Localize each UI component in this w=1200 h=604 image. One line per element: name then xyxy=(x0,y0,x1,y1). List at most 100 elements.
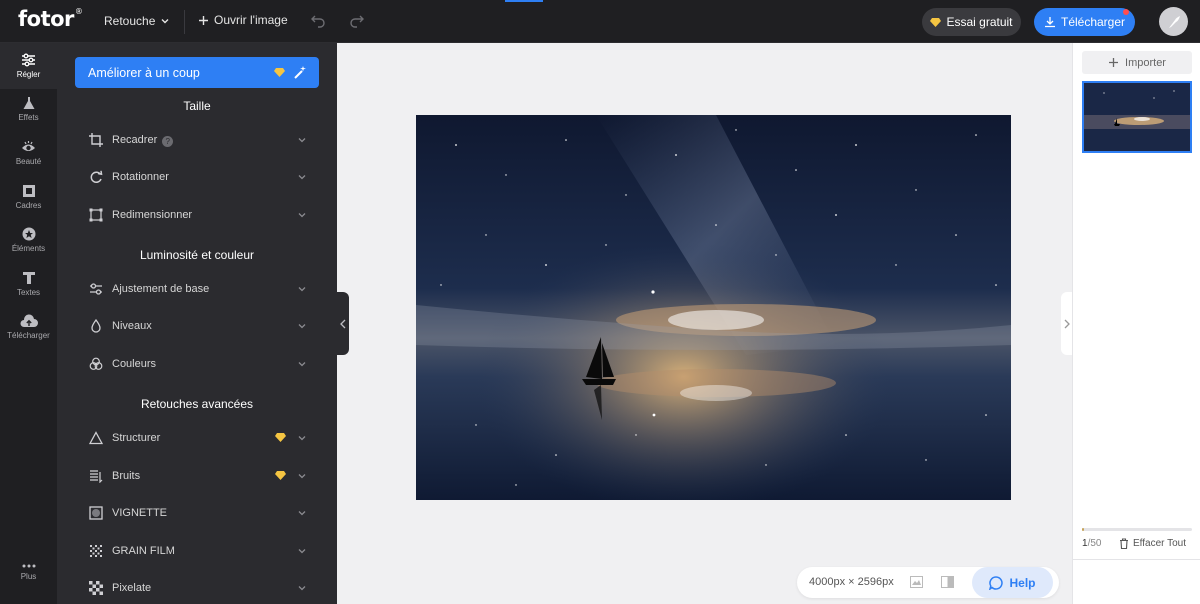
question-icon[interactable]: ? xyxy=(162,136,174,147)
open-image-button[interactable]: Ouvrir l'image xyxy=(198,13,288,27)
fotor-logo[interactable]: fotor® xyxy=(18,7,83,31)
cloud-upload-icon xyxy=(20,314,38,327)
image-dimensions: 4000px × 2596px xyxy=(809,576,894,588)
image-icon[interactable] xyxy=(910,576,923,588)
star-icon xyxy=(22,227,35,241)
tool-label: Ajustement de base xyxy=(112,283,210,295)
image-count: 1/50 xyxy=(1082,538,1101,549)
help-label: Help xyxy=(1009,575,1036,590)
chevron-right-icon xyxy=(1064,319,1070,328)
night-sea-sailboat-image xyxy=(416,115,1011,500)
usage-progress-bar xyxy=(1082,528,1192,531)
tool-label: GRAIN FILM xyxy=(112,545,175,557)
tool-row-levels[interactable]: Niveaux xyxy=(57,310,337,342)
more-dots-icon xyxy=(22,564,35,568)
rail-item-upload[interactable]: Télécharger xyxy=(0,314,57,340)
chevron-down-icon xyxy=(298,362,306,367)
mode-dropdown[interactable]: Retouche xyxy=(104,14,170,28)
sliders-icon xyxy=(22,53,35,67)
rail-label: Textes xyxy=(16,288,41,297)
rail-label: Plus xyxy=(20,572,37,581)
section-title-size: Taille xyxy=(183,99,211,113)
download-button[interactable]: Télécharger xyxy=(1034,8,1135,36)
chevron-left-icon xyxy=(340,319,346,328)
trash-icon xyxy=(1120,538,1128,549)
tool-row-pixelate[interactable]: Pixelate xyxy=(57,572,337,604)
adjust-icon xyxy=(90,283,102,295)
vignette-icon xyxy=(89,506,103,520)
open-image-label: Ouvrir l'image xyxy=(214,13,288,27)
rotate-icon xyxy=(90,170,103,183)
one-tap-enhance-button[interactable]: Améliorer à un coup xyxy=(75,57,319,88)
import-button[interactable]: Importer xyxy=(1082,51,1192,74)
thumbnail-image xyxy=(1084,83,1190,151)
tool-row-vignette[interactable]: VIGNETTE xyxy=(57,497,337,529)
tool-row-crop[interactable]: Recadrer? xyxy=(57,124,337,156)
tool-row-noise[interactable]: Bruits xyxy=(57,460,337,492)
resize-icon xyxy=(89,208,103,222)
enhance-label: Améliorer à un coup xyxy=(88,65,200,80)
chevron-down-icon xyxy=(161,19,169,24)
tool-row-film-grain[interactable]: GRAIN FILM xyxy=(57,535,337,567)
rail-item-elements[interactable]: Éléments xyxy=(0,227,57,253)
tool-row-colors[interactable]: Couleurs xyxy=(57,348,337,380)
rail-label: Régler xyxy=(16,70,41,79)
diamond-icon xyxy=(930,18,942,27)
triangle-icon xyxy=(89,431,103,445)
tool-label: Recadrer xyxy=(112,134,158,146)
download-label: Télécharger xyxy=(1060,15,1126,29)
magic-wand-icon xyxy=(294,66,306,79)
rail-item-texts[interactable]: Textes xyxy=(0,271,57,297)
expand-right-panel-button[interactable] xyxy=(1061,292,1072,355)
rail-item-beauty[interactable]: Beauté xyxy=(0,140,57,166)
rail-item-more[interactable]: Plus xyxy=(0,563,57,581)
compare-icon[interactable] xyxy=(941,576,954,588)
free-trial-label: Essai gratuit xyxy=(946,15,1013,29)
tool-row-rotate[interactable]: Rotationner xyxy=(57,161,337,193)
mode-label: Retouche xyxy=(104,14,156,28)
tool-label: Rotationner xyxy=(112,171,169,183)
section-title-light-color: Luminosité et couleur xyxy=(139,248,255,262)
tool-rail: Régler Effets Beauté Cadres Éléments Tex… xyxy=(0,43,57,604)
tool-label: Niveaux xyxy=(112,320,152,332)
rail-label: Cadres xyxy=(15,201,42,210)
user-feather-icon xyxy=(1168,15,1180,28)
chevron-down-icon xyxy=(298,213,306,218)
chevron-down-icon xyxy=(298,287,306,292)
diamond-icon xyxy=(275,433,286,442)
tool-label: Structurer xyxy=(112,432,161,444)
flask-icon xyxy=(23,97,34,109)
notification-dot xyxy=(1123,9,1129,15)
plus-icon xyxy=(1109,58,1119,67)
text-icon xyxy=(22,272,35,284)
chevron-down-icon xyxy=(298,324,306,329)
rail-item-effects[interactable]: Effets xyxy=(0,96,57,122)
tool-row-basic-adjust[interactable]: Ajustement de base xyxy=(57,273,337,305)
rail-label: Télécharger xyxy=(7,331,50,340)
collapse-panel-button[interactable] xyxy=(337,292,349,355)
image-thumbnail[interactable] xyxy=(1082,81,1192,153)
photo-canvas[interactable] xyxy=(416,115,1011,500)
redo-icon[interactable] xyxy=(349,13,365,29)
tool-label: VIGNETTE xyxy=(112,507,168,519)
color-circles-icon xyxy=(89,357,103,370)
rail-label: Effets xyxy=(18,113,39,122)
help-button[interactable]: Help xyxy=(972,567,1053,598)
section-title-advanced: Retouches avancées xyxy=(140,397,254,411)
free-trial-button[interactable]: Essai gratuit xyxy=(922,8,1021,36)
chevron-down-icon xyxy=(298,549,306,554)
undo-icon[interactable] xyxy=(310,13,326,29)
rail-item-adjust[interactable]: Régler xyxy=(0,43,57,89)
eye-icon xyxy=(22,141,35,151)
chevron-down-icon xyxy=(298,436,306,441)
avatar[interactable] xyxy=(1159,7,1188,36)
rail-label: Beauté xyxy=(15,157,42,166)
count-total: /50 xyxy=(1087,538,1102,549)
rail-item-frames[interactable]: Cadres xyxy=(0,184,57,210)
rail-label: Éléments xyxy=(11,244,46,253)
clear-all-button[interactable]: Effacer Tout xyxy=(1119,538,1186,549)
tool-row-resize[interactable]: Redimensionner xyxy=(57,199,337,231)
divider xyxy=(184,10,185,34)
tool-row-structure[interactable]: Structurer xyxy=(57,422,337,454)
tool-label: Pixelate xyxy=(112,582,152,594)
